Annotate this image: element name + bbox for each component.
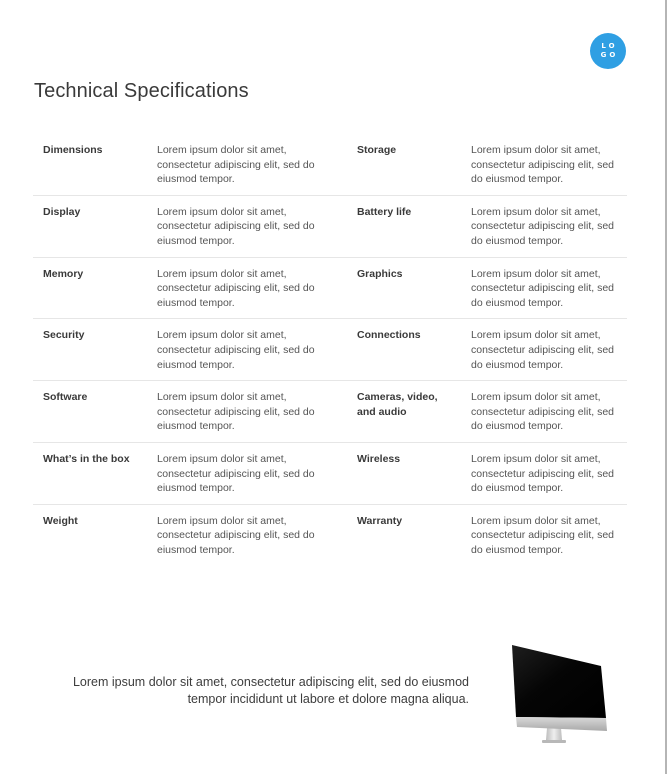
spec-table: Dimensions Lorem ipsum dolor sit amet, c… — [33, 134, 627, 566]
spec-row: Security Lorem ipsum dolor sit amet, con… — [33, 318, 627, 381]
spec-value: Lorem ipsum dolor sit amet, consectetur … — [461, 441, 627, 505]
spec-label: Memory — [33, 256, 147, 319]
spec-value: Lorem ipsum dolor sit amet, consectetur … — [461, 256, 627, 319]
desktop-monitor-icon — [512, 645, 607, 743]
logo-text-line-2: GO — [600, 51, 619, 59]
spec-row: Display Lorem ipsum dolor sit amet, cons… — [33, 194, 627, 258]
spec-label: Graphics — [347, 256, 461, 319]
spec-value: Lorem ipsum dolor sit amet, consectetur … — [147, 503, 347, 566]
footer-description: Lorem ipsum dolor sit amet, consectetur … — [72, 675, 469, 706]
spec-value: Lorem ipsum dolor sit amet, consectetur … — [461, 194, 627, 258]
spec-row: Weight Lorem ipsum dolor sit amet, conse… — [33, 503, 627, 566]
spec-value: Lorem ipsum dolor sit amet, consectetur … — [461, 318, 627, 381]
spec-label: Weight — [33, 503, 147, 566]
spec-label: Warranty — [347, 503, 461, 566]
spec-value: Lorem ipsum dolor sit amet, consectetur … — [147, 256, 347, 319]
spec-row: Dimensions Lorem ipsum dolor sit amet, c… — [33, 134, 627, 195]
spec-row: Memory Lorem ipsum dolor sit amet, conse… — [33, 256, 627, 319]
logo-text-line-1: LO — [601, 42, 618, 50]
spec-value: Lorem ipsum dolor sit amet, consectetur … — [157, 144, 315, 186]
spec-label: Storage — [357, 144, 397, 156]
spec-value: Lorem ipsum dolor sit amet, consectetur … — [461, 380, 627, 443]
spec-value: Lorem ipsum dolor sit amet, consectetur … — [461, 503, 627, 566]
page-title: Technical Specifications — [34, 80, 249, 102]
spec-label: Cameras, video, and audio — [347, 380, 461, 443]
spec-row: What’s in the box Lorem ipsum dolor sit … — [33, 441, 627, 505]
spec-value: Lorem ipsum dolor sit amet, consectetur … — [147, 380, 347, 443]
spec-value: Lorem ipsum dolor sit amet, consectetur … — [147, 318, 347, 381]
spec-label: Dimensions — [43, 144, 103, 156]
spec-value: Lorem ipsum dolor sit amet, consectetur … — [471, 144, 614, 186]
spec-value: Lorem ipsum dolor sit amet, consectetur … — [147, 441, 347, 505]
spec-label: Battery life — [347, 194, 461, 258]
spec-label: Software — [33, 380, 147, 443]
logo: LO GO — [590, 33, 626, 69]
spec-label: Security — [33, 318, 147, 381]
spec-label: Display — [33, 194, 147, 258]
spec-label: What’s in the box — [33, 441, 147, 505]
spec-row: Software Lorem ipsum dolor sit amet, con… — [33, 380, 627, 443]
spec-label: Wireless — [347, 441, 461, 505]
spec-value: Lorem ipsum dolor sit amet, consectetur … — [147, 194, 347, 258]
spec-label: Connections — [347, 318, 461, 381]
